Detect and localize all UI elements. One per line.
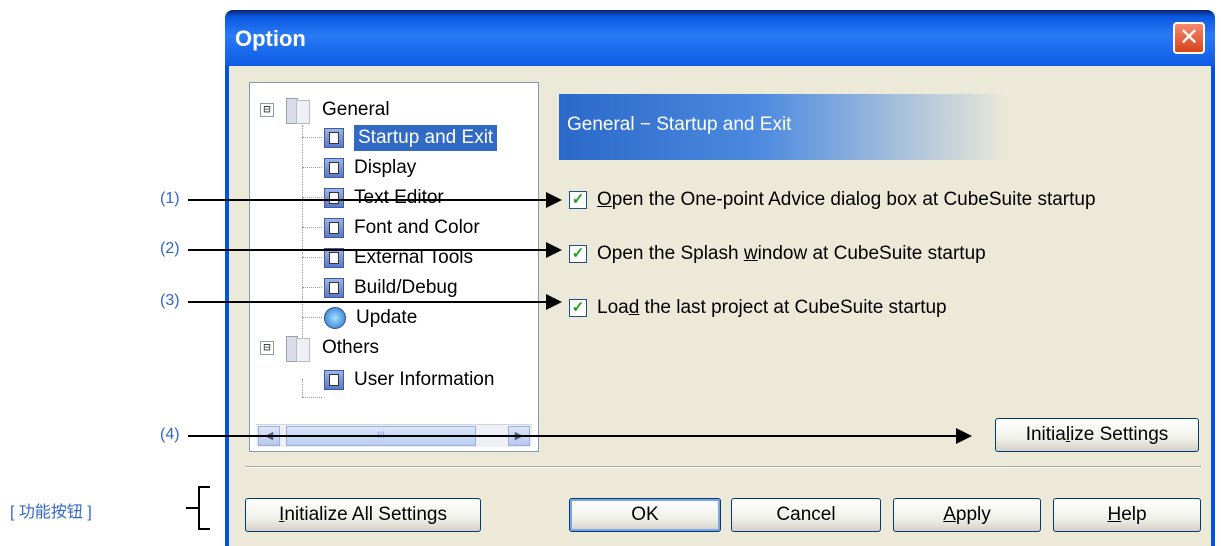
option-label: Load the last project at CubeSuite start… (597, 297, 947, 318)
tree-item-label: Build/Debug (354, 277, 458, 298)
page-icon (324, 188, 344, 208)
annotation-label-3: (3) (160, 292, 180, 309)
initialize-all-settings-button[interactable]: Initialize All Settings (245, 498, 481, 532)
tree-item-text-editor[interactable]: Text Editor (324, 183, 444, 213)
tree-item-external-tools[interactable]: External Tools (324, 243, 473, 273)
annotation-arrowhead-1 (546, 192, 562, 208)
checkbox-checked-icon[interactable]: ✓ (569, 191, 587, 209)
option-splash-window[interactable]: ✓ Open the Splash window at CubeSuite st… (569, 240, 986, 268)
annotation-arrow-line-1 (188, 199, 546, 201)
annotation-arrow-line-4 (188, 435, 956, 437)
separator (245, 466, 1201, 468)
tree-item-label: User Information (354, 369, 495, 390)
close-icon: ✕ (1178, 23, 1200, 51)
annotation-label-1: (1) (160, 190, 180, 207)
tree-node-general[interactable]: ⊟ General (260, 95, 390, 125)
tree-connector (302, 379, 303, 397)
collapse-icon[interactable]: ⊟ (260, 103, 274, 117)
checkbox-checked-icon[interactable]: ✓ (569, 299, 587, 317)
checkbox-checked-icon[interactable]: ✓ (569, 245, 587, 263)
tree-node-label: Others (322, 337, 380, 358)
title-bar[interactable]: Option ✕ (225, 10, 1215, 66)
page-icon (324, 128, 344, 148)
collapse-icon[interactable]: ⊟ (260, 341, 274, 355)
book-icon (284, 98, 312, 124)
annotation-label-2: (2) (160, 240, 180, 257)
tree-connector (302, 137, 322, 138)
function-buttons-bracket (198, 486, 210, 530)
tree-connector (302, 167, 322, 168)
page-icon (324, 278, 344, 298)
tree-connector (302, 257, 322, 258)
tree-item-display[interactable]: Display (324, 153, 416, 183)
update-icon (324, 307, 346, 329)
tree-item-label: Startup and Exit (354, 125, 498, 151)
close-button[interactable]: ✕ (1173, 22, 1205, 54)
dialog-body: ⊟ General Startup and Exit Display Text … (229, 66, 1211, 546)
tree-item-startup-and-exit[interactable]: Startup and Exit (324, 123, 498, 153)
category-tree[interactable]: ⊟ General Startup and Exit Display Text … (249, 82, 539, 452)
tree-connector (302, 317, 322, 318)
tree-node-others[interactable]: ⊟ Others (260, 333, 379, 363)
tree-item-label: Font and Color (354, 217, 480, 238)
tree-item-label: Display (354, 157, 417, 178)
tree-connector (302, 197, 322, 198)
page-icon (324, 158, 344, 178)
apply-button[interactable]: Apply (893, 498, 1041, 532)
annotation-function-buttons: [ 功能按钮 ] (10, 504, 92, 521)
book-icon (284, 336, 312, 362)
option-load-last-project[interactable]: ✓ Load the last project at CubeSuite sta… (569, 294, 947, 322)
option-dialog: Option ✕ ⊟ General Startup and Exit Disp… (225, 10, 1215, 546)
page-icon (324, 248, 344, 268)
option-label: Open the Splash window at CubeSuite star… (597, 243, 986, 264)
option-label: Open the One-point Advice dialog box at … (597, 189, 1096, 210)
window-title: Option (235, 26, 306, 51)
initialize-settings-button[interactable]: Initialize Settings (995, 418, 1199, 452)
panel-header-title: General − Startup and Exit (567, 114, 792, 135)
panel-header: General − Startup and Exit (559, 94, 1009, 160)
tree-item-label: Text Editor (354, 187, 444, 208)
ok-button[interactable]: OK (569, 498, 721, 532)
tree-node-label: General (322, 99, 390, 120)
annotation-label-4: (4) (160, 426, 180, 443)
annotation-arrow-line-2 (188, 249, 546, 251)
tree-item-build-debug[interactable]: Build/Debug (324, 273, 458, 303)
tree-item-label: Update (356, 307, 418, 328)
tree-item-user-information[interactable]: User Information (324, 365, 494, 395)
annotation-arrow-line-3 (188, 301, 546, 303)
page-icon (324, 218, 344, 238)
tree-connector (302, 397, 322, 398)
tree-item-font-and-color[interactable]: Font and Color (324, 213, 480, 243)
annotation-arrowhead-2 (546, 242, 562, 258)
help-button[interactable]: Help (1053, 498, 1201, 532)
annotation-arrowhead-4 (956, 428, 972, 444)
function-buttons-bracket-tick (186, 507, 198, 509)
tree-connector (302, 125, 303, 337)
tree-connector (302, 227, 322, 228)
cancel-button[interactable]: Cancel (731, 498, 881, 532)
annotation-arrowhead-3 (546, 294, 562, 310)
page-icon (324, 370, 344, 390)
tree-connector (302, 287, 322, 288)
option-one-point-advice[interactable]: ✓ Open the One-point Advice dialog box a… (569, 186, 1096, 214)
tree-item-update[interactable]: Update (324, 303, 417, 333)
